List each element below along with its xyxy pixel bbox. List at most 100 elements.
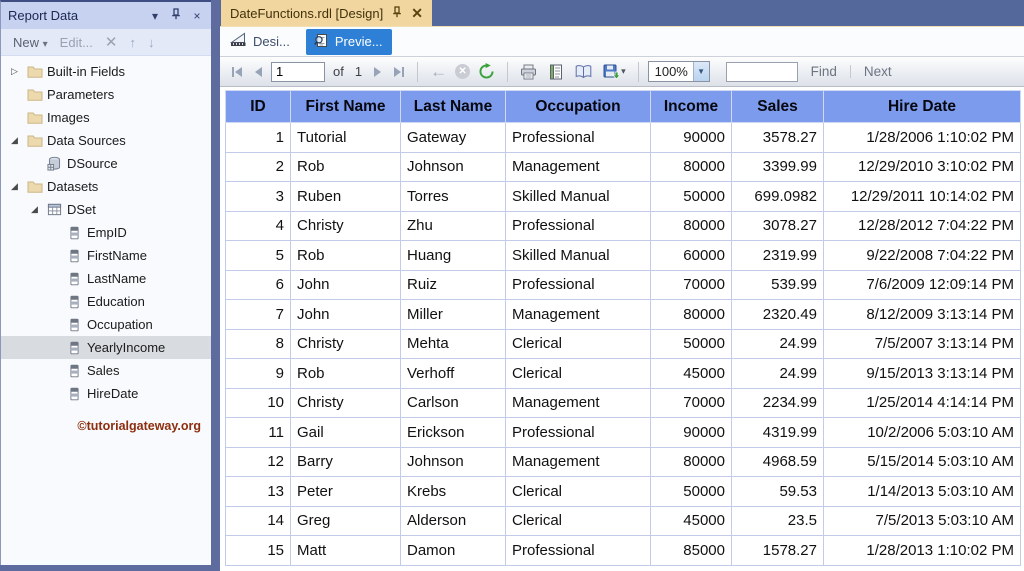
- print-layout-button[interactable]: [545, 62, 567, 82]
- new-button[interactable]: New ▾: [9, 33, 52, 52]
- pin-icon[interactable]: [169, 8, 183, 23]
- move-down-button[interactable]: ↓: [144, 35, 159, 50]
- tree-item-occupation[interactable]: Occupation: [1, 313, 211, 336]
- new-dropdown-icon[interactable]: ▾: [43, 39, 48, 50]
- panel-splitter[interactable]: [212, 0, 220, 571]
- cell: John: [290, 299, 401, 330]
- tree-item-lastname[interactable]: LastName: [1, 267, 211, 290]
- cell: 3399.99: [731, 151, 824, 182]
- column-header-first-name: First Name: [290, 90, 401, 123]
- previous-page-button[interactable]: [251, 65, 266, 79]
- collapse-icon[interactable]: ◢: [27, 204, 42, 215]
- cell: 10: [225, 387, 291, 418]
- refresh-button[interactable]: [475, 61, 498, 82]
- table-row: 15 Matt Damon Professional 85000 1578.27 1/28/…: [225, 535, 1021, 566]
- cell: Johnson: [400, 151, 506, 182]
- page-number-input[interactable]: [271, 61, 325, 82]
- table-row: 7 John Miller Management 80000 2320.49 8/12/20…: [225, 299, 1021, 330]
- cell: 9: [225, 358, 291, 389]
- cell: Professional: [505, 122, 651, 153]
- page-count-label: 1: [354, 64, 363, 79]
- cell: Management: [505, 299, 651, 330]
- tab-preview[interactable]: Previe...: [305, 28, 392, 55]
- tree-item-parameters[interactable]: Parameters: [1, 83, 211, 106]
- report-preview-surface: ID First Name Last Name Occupation Income Sal…: [220, 90, 1024, 571]
- tree-item-empid[interactable]: EmpID: [1, 221, 211, 244]
- table-row: 14 Greg Alderson Clerical 45000 23.5 7/5/2013 …: [225, 505, 1021, 536]
- zoom-select[interactable]: 100% ▼: [647, 61, 710, 82]
- cell: 85000: [650, 535, 732, 566]
- tree-item-datasets[interactable]: ◢ Datasets: [1, 175, 211, 198]
- tree-item-data-sources[interactable]: ◢ Data Sources: [1, 129, 211, 152]
- cell: 1/28/2013 1:10:02 PM: [823, 535, 1021, 566]
- cell: 5: [225, 240, 291, 271]
- next-button[interactable]: Next: [856, 64, 900, 79]
- export-button[interactable]: ▾: [600, 62, 629, 82]
- cell: Skilled Manual: [505, 240, 651, 271]
- tab-preview-label: Previe...: [334, 33, 383, 49]
- next-page-button[interactable]: [370, 65, 385, 79]
- tree-item-label: HireDate: [87, 386, 139, 401]
- close-icon[interactable]: ×: [190, 9, 204, 23]
- of-label: of: [333, 64, 344, 79]
- tree-item-label: Datasets: [47, 179, 99, 194]
- zoom-dropdown-icon[interactable]: ▼: [692, 62, 709, 81]
- tree-item-built-in-fields[interactable]: ▷ Built-in Fields: [1, 60, 211, 83]
- table-row: 3 Ruben Torres Skilled Manual 50000 699.0982 1…: [225, 181, 1021, 212]
- cell: Christy: [290, 328, 401, 359]
- cell: 50000: [650, 328, 732, 359]
- back-button[interactable]: ←: [427, 62, 450, 82]
- tree-item-label: Education: [87, 294, 145, 309]
- find-button[interactable]: Find: [803, 64, 845, 79]
- cell: 1: [225, 122, 291, 153]
- first-page-button[interactable]: [228, 65, 246, 79]
- tree-item-yearlyincome[interactable]: YearlyIncome: [1, 336, 211, 359]
- move-up-button[interactable]: ↑: [126, 35, 141, 50]
- document-tab[interactable]: DateFunctions.rdl [Design] ✕: [221, 0, 432, 26]
- cell: Rob: [290, 151, 401, 182]
- tab-pin-icon[interactable]: [392, 5, 402, 21]
- cell: 539.99: [731, 269, 824, 300]
- tree-item-education[interactable]: Education: [1, 290, 211, 313]
- tree-item-label: Sales: [87, 363, 120, 378]
- cell: Huang: [400, 240, 506, 271]
- delete-button[interactable]: ✕: [101, 31, 122, 53]
- stop-button[interactable]: ✕: [455, 64, 471, 79]
- tree-item-dsource[interactable]: DSource: [1, 152, 211, 175]
- tree-item-firstname[interactable]: FirstName: [1, 244, 211, 267]
- edit-button[interactable]: Edit...: [56, 33, 97, 52]
- find-input[interactable]: [725, 61, 798, 82]
- tree-item-images[interactable]: Images: [1, 106, 211, 129]
- cell: 45000: [650, 505, 732, 536]
- cell: Management: [505, 387, 651, 418]
- table-row: 4 Christy Zhu Professional 80000 3078.27 12/28…: [225, 210, 1021, 241]
- expand-icon[interactable]: ▷: [7, 66, 22, 77]
- cell: 45000: [650, 358, 732, 389]
- folder-icon: [26, 111, 43, 124]
- cell: Damon: [400, 535, 506, 566]
- tree-item-sales[interactable]: Sales: [1, 359, 211, 382]
- page-setup-button[interactable]: [572, 62, 595, 82]
- print-button[interactable]: [517, 62, 540, 82]
- watermark: ©tutorialgateway.org: [77, 419, 201, 433]
- cell: Rob: [290, 358, 401, 389]
- set-square-icon: [229, 32, 247, 50]
- tab-design[interactable]: Desi...: [223, 29, 299, 54]
- column-header-hire-date: Hire Date: [823, 90, 1021, 123]
- cell: 8/12/2009 3:13:14 PM: [823, 299, 1021, 330]
- collapse-icon[interactable]: ◢: [7, 181, 22, 192]
- tree-item-dset[interactable]: ◢ DSet: [1, 198, 211, 221]
- collapse-icon[interactable]: ◢: [7, 135, 22, 146]
- document-tabstrip: DateFunctions.rdl [Design] ✕: [220, 0, 1024, 27]
- column-header-occupation: Occupation: [505, 90, 651, 123]
- cell: 50000: [650, 181, 732, 212]
- cell: 12/28/2012 7:04:22 PM: [823, 210, 1021, 241]
- tab-close-icon[interactable]: ✕: [411, 5, 423, 22]
- cell: 70000: [650, 269, 732, 300]
- chevron-down-icon[interactable]: ▾: [148, 9, 162, 23]
- table-row: 6 John Ruiz Professional 70000 539.99 7/6/2009…: [225, 269, 1021, 300]
- last-page-button[interactable]: [390, 65, 408, 79]
- tree-item-hiredate[interactable]: HireDate: [1, 382, 211, 405]
- export-dropdown-icon[interactable]: ▾: [621, 66, 626, 77]
- cell: Tutorial: [290, 122, 401, 153]
